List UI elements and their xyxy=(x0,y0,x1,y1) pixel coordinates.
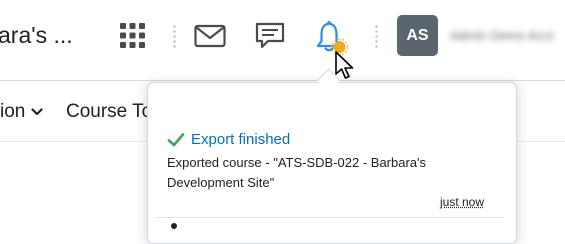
notification-body: Exported course - "ATS-SDB-022 - Barbara… xyxy=(167,155,427,190)
site-title[interactable]: ara's ... xyxy=(0,18,73,52)
nav-item-course-tools[interactable]: Course To xyxy=(66,101,152,123)
header-divider xyxy=(375,24,378,50)
chevron-down-icon[interactable] xyxy=(31,108,43,116)
nav-item-first[interactable]: ion xyxy=(0,101,25,123)
notification-timestamp: just now xyxy=(440,195,485,209)
envelope-icon[interactable] xyxy=(194,24,226,48)
mouse-pointer-icon xyxy=(335,51,354,79)
grid-icon[interactable] xyxy=(119,22,146,49)
next-notification-icon xyxy=(171,223,177,229)
username[interactable]: Admin Demo Acct xyxy=(450,28,565,44)
top-header: ara's ... AS Admin Demo Acct xyxy=(0,0,565,81)
checkmark-icon xyxy=(167,133,185,147)
header-divider xyxy=(173,24,176,50)
notification-title[interactable]: Export finished xyxy=(191,131,290,148)
notification-separator xyxy=(156,217,504,218)
avatar[interactable]: AS xyxy=(397,15,438,56)
chat-bubble-icon[interactable] xyxy=(254,20,286,52)
